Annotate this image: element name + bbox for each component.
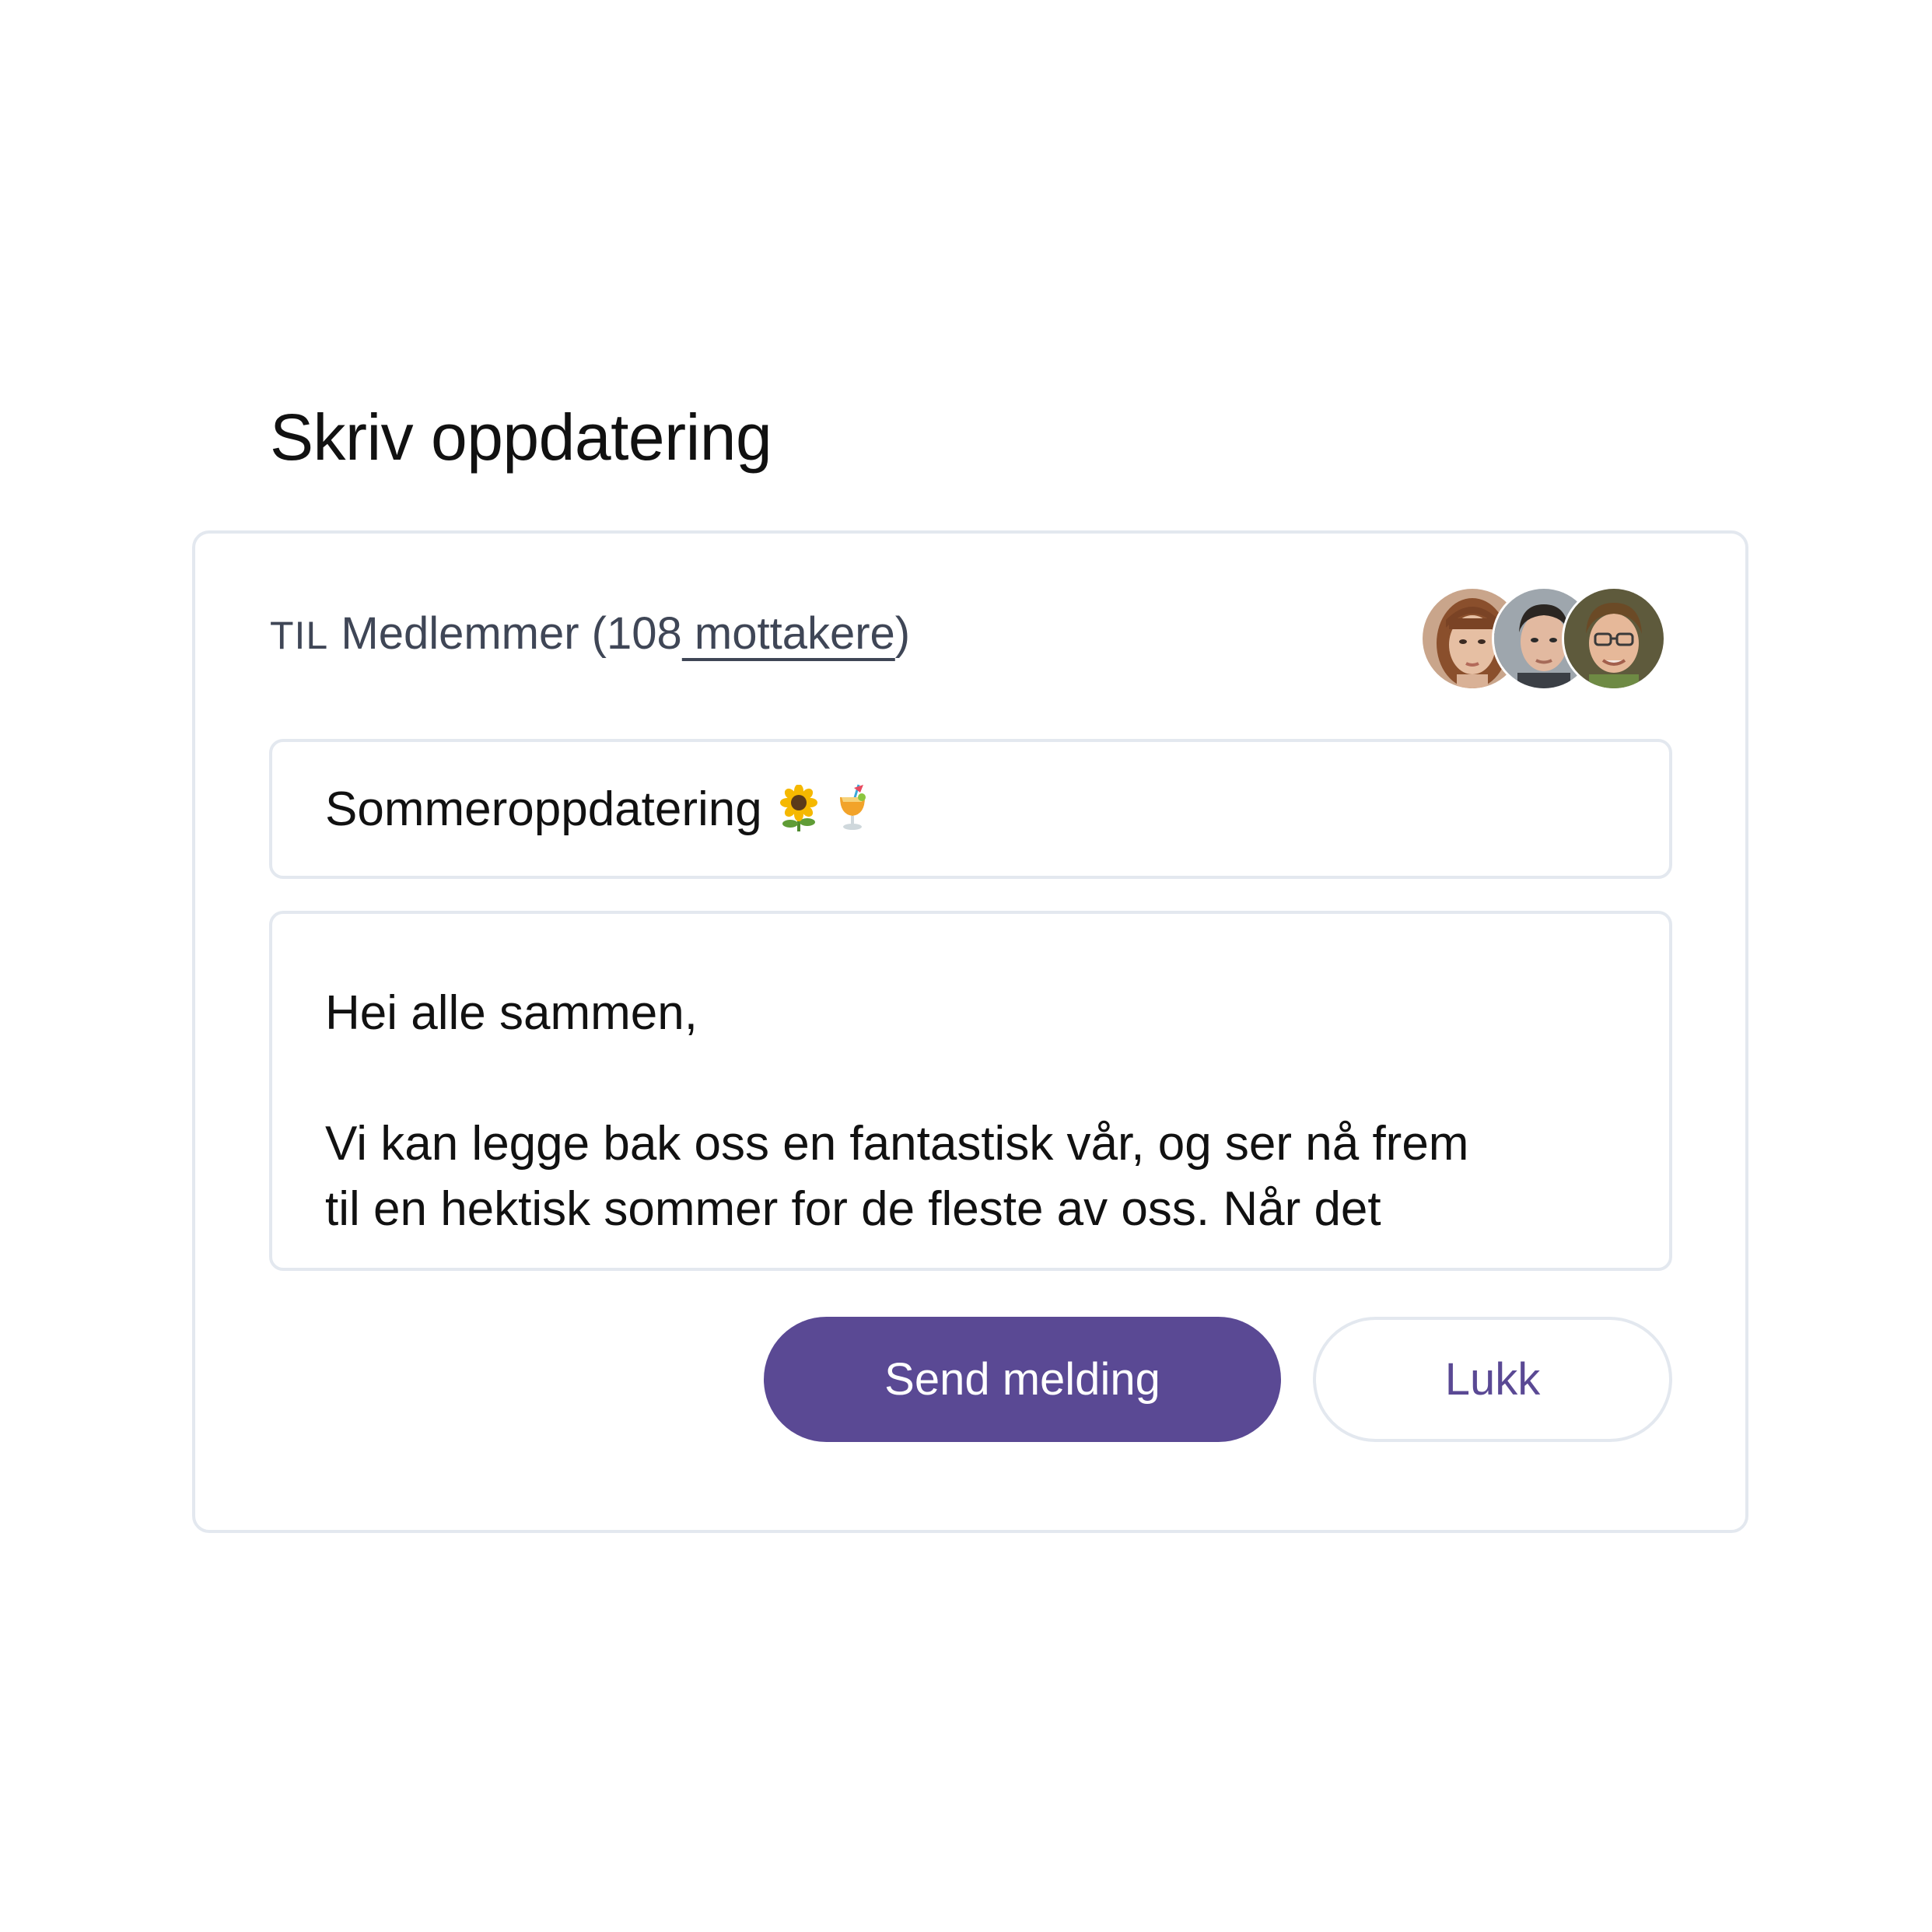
subject-value: Sommeroppdatering [325,782,762,836]
close-paren: ) [894,608,911,659]
subject-text: Sommeroppdatering [325,775,870,845]
message-line: Vi kan legge bak oss en fantastisk vår, … [325,1117,1469,1171]
avatar-man-glasses [1562,586,1666,691]
send-message-button[interactable]: Send melding [764,1317,1281,1442]
close-button[interactable]: Lukk [1313,1317,1672,1442]
open-paren: ( [591,608,607,659]
subject-input[interactable]: Sommeroppdatering [269,739,1672,879]
recipients-link[interactable]: mottakere [682,608,895,659]
tropical-drink-emoji-icon [835,783,870,831]
to-label: TIL [270,614,329,657]
recipients-line: TIL Medlemmer (108 mottakere) [270,599,910,669]
person-photo-icon [1564,589,1664,688]
message-textarea[interactable]: Hei alle sammen, Vi kan legge bak oss en… [269,911,1672,1271]
recipient-count: 108 [607,608,682,659]
avatar-stack[interactable] [1420,586,1666,691]
message-line: Hei alle sammen, [325,986,698,1040]
page-title: Skriv oppdatering [270,401,772,474]
message-line: til en hektisk sommer for de fleste av o… [325,1182,1381,1236]
sunflower-emoji-icon [776,785,821,831]
recipient-group: Medlemmer [341,608,579,659]
